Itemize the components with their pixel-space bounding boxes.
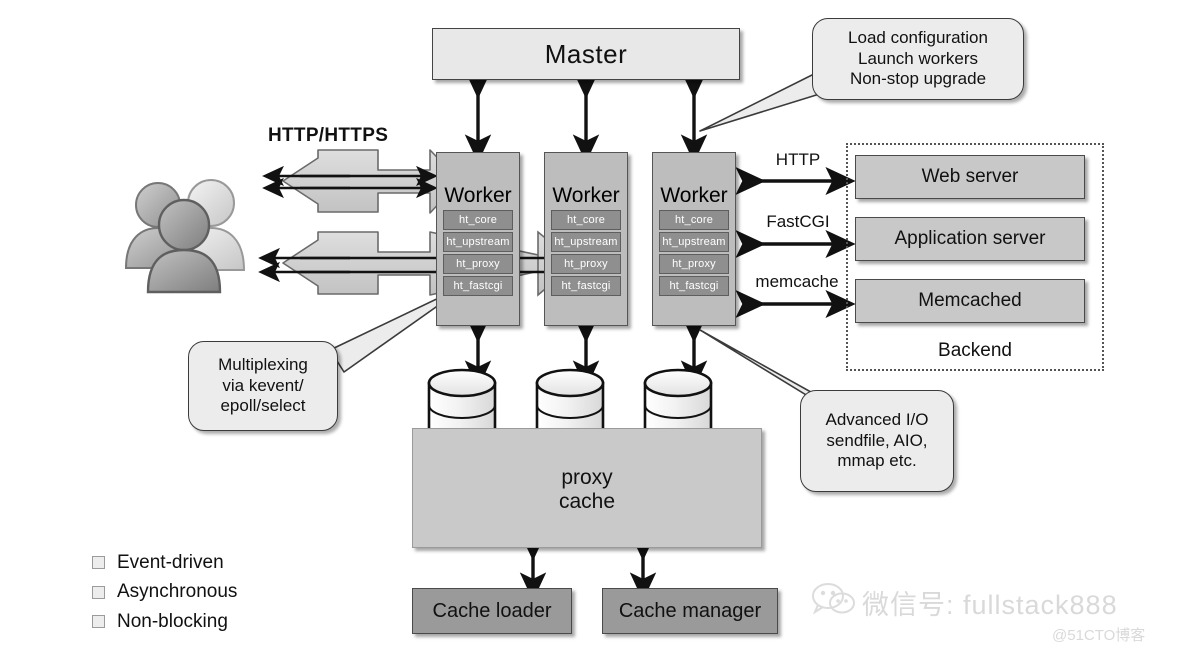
users-icon xyxy=(124,179,246,294)
client-traffic-arrow-bottom xyxy=(282,230,578,297)
backend-application-server-label: Application server xyxy=(894,228,1046,249)
feature-list-item-1: Event-driven xyxy=(92,548,237,577)
master-callout-line-1: Load configuration xyxy=(848,28,988,48)
proxy-cache-label: proxy cache xyxy=(412,466,762,513)
protocol-label-fastcgi: FastCGI xyxy=(766,212,830,231)
bullet-square-icon xyxy=(92,585,105,599)
master-callout[interactable]: Load configuration Launch workers Non-st… xyxy=(812,18,1024,100)
proxy-cache-label-line2: cache xyxy=(558,489,616,513)
io-callout-line-2: sendfile, AIO, xyxy=(826,430,928,450)
worker-title-3: Worker xyxy=(660,184,728,207)
master-callout-line-2: Launch workers xyxy=(857,48,978,68)
io-callout-line-1: Advanced I/O xyxy=(825,410,929,430)
backend-web-server[interactable]: Web server xyxy=(855,155,1085,199)
io-callout[interactable]: Advanced I/O sendfile, AIO, mmap etc. xyxy=(800,390,954,492)
master-label: Master xyxy=(544,38,628,69)
cache-loader-box[interactable]: Cache loader xyxy=(412,588,572,634)
worker-module-ht-upstream-3[interactable]: ht_upstream xyxy=(659,232,729,252)
worker-title-1: Worker xyxy=(444,184,512,207)
worker-box-1[interactable]: Worker ht_core ht_upstream ht_proxy ht_f… xyxy=(436,152,520,326)
master-process-box[interactable]: Master xyxy=(432,28,740,80)
worker-title-2: Worker xyxy=(552,184,620,207)
worker-module-ht-proxy-3[interactable]: ht_proxy xyxy=(659,254,729,274)
client-traffic-arrow-top xyxy=(282,149,461,214)
worker-module-ht-fastcgi-1[interactable]: ht_fastcgi xyxy=(443,276,513,296)
backend-memcached[interactable]: Memcached xyxy=(855,279,1085,323)
backend-label-text: Backend xyxy=(938,340,1012,361)
feature-list-item-3: Non-blocking xyxy=(92,607,237,636)
cache-process-connectors xyxy=(519,532,657,601)
worker-module-ht-proxy-1[interactable]: ht_proxy xyxy=(443,254,513,274)
client-protocol-label: HTTP/HTTPS xyxy=(268,125,389,146)
backend-application-server[interactable]: Application server xyxy=(855,217,1085,261)
worker-module-ht-proxy-2[interactable]: ht_proxy xyxy=(551,254,621,274)
diagram-canvas: Master HTTP/HTTPS Worker ht_core ht_upst… xyxy=(0,0,1184,650)
multiplexing-callout-line-2: via kevent/ xyxy=(222,375,304,395)
worker-cache-connectors xyxy=(464,314,708,389)
backend-web-server-label: Web server xyxy=(921,166,1019,187)
protocol-label-http: HTTP xyxy=(775,150,821,169)
worker-box-2[interactable]: Worker ht_core ht_upstream ht_proxy ht_f… xyxy=(544,152,628,326)
feature-list-item-2: Asynchronous xyxy=(92,577,237,606)
worker-module-ht-core-2[interactable]: ht_core xyxy=(551,210,621,230)
protocol-label-memcache: memcache xyxy=(755,272,839,291)
worker-module-ht-fastcgi-2[interactable]: ht_fastcgi xyxy=(551,276,621,296)
backend-memcached-label: Memcached xyxy=(918,290,1022,311)
bullet-square-icon xyxy=(92,615,105,629)
master-worker-connectors xyxy=(464,70,708,163)
worker-module-ht-upstream-2[interactable]: ht_upstream xyxy=(551,232,621,252)
proxy-cache-label-line1: proxy xyxy=(561,466,613,489)
wechat-watermark: 微信号: fullstack888 xyxy=(862,590,1118,620)
multiplexing-callout[interactable]: Multiplexing via kevent/ epoll/select xyxy=(188,341,338,431)
io-callout-line-3: mmap etc. xyxy=(837,451,917,471)
site-watermark: @51CTO博客 xyxy=(1052,627,1146,644)
worker-module-ht-core-3[interactable]: ht_core xyxy=(659,210,729,230)
worker-module-ht-upstream-1[interactable]: ht_upstream xyxy=(443,232,513,252)
worker-module-ht-core-1[interactable]: ht_core xyxy=(443,210,513,230)
multiplexing-callout-line-3: epoll/select xyxy=(220,396,306,416)
multiplexing-callout-line-1: Multiplexing xyxy=(218,355,308,375)
cache-manager-label: Cache manager xyxy=(618,599,762,622)
bullet-square-icon xyxy=(92,556,105,570)
worker-module-ht-fastcgi-3[interactable]: ht_fastcgi xyxy=(659,276,729,296)
feature-label-2: Asynchronous xyxy=(117,581,238,603)
backend-group-label: Backend xyxy=(846,336,1104,366)
master-callout-line-3: Non-stop upgrade xyxy=(849,69,987,89)
feature-label-1: Event-driven xyxy=(117,552,224,573)
feature-list: Event-driven Asynchronous Non-blocking xyxy=(92,548,237,636)
cache-loader-label: Cache loader xyxy=(432,599,552,622)
cache-manager-box[interactable]: Cache manager xyxy=(602,588,778,634)
feature-label-3: Non-blocking xyxy=(117,610,228,632)
wechat-icon xyxy=(812,583,855,615)
worker-box-3[interactable]: Worker ht_core ht_upstream ht_proxy ht_f… xyxy=(652,152,736,326)
